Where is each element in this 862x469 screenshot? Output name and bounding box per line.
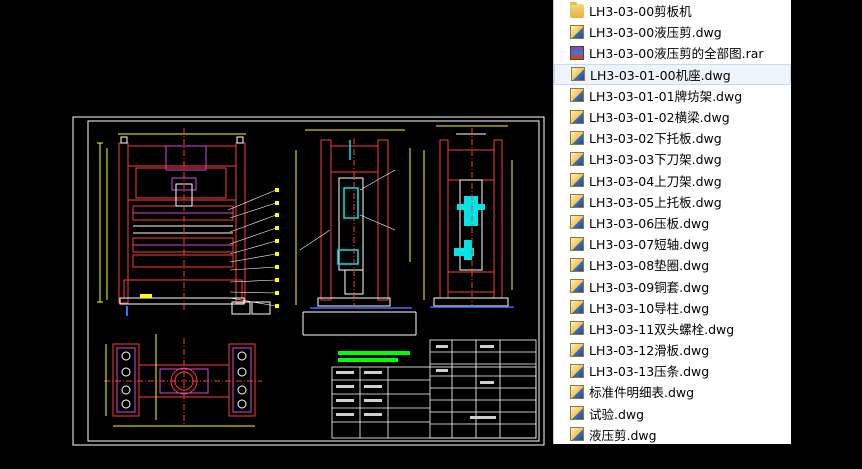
dwg-file-icon [570,342,584,357]
file-list-item[interactable]: LH3-03-01-02横梁.dwg [554,106,791,127]
file-list-item[interactable]: LH3-03-07短轴.dwg [554,233,791,254]
dwg-file-icon [570,194,584,209]
file-name-label: LH3-03-01-01牌坊架.dwg [589,88,743,104]
dwg-file-icon [570,384,584,399]
file-list-item[interactable]: LH3-03-10导柱.dwg [554,297,791,318]
file-list-item[interactable]: LH3-03-06压板.dwg [554,212,791,233]
dwg-file-icon [570,321,584,336]
dwg-file-icon [570,236,584,251]
file-name-label: LH3-03-07短轴.dwg [589,237,710,253]
dwg-file-icon [571,67,585,82]
file-list-item[interactable]: LH3-03-03下刀架.dwg [554,148,791,169]
file-list-item[interactable]: 液压剪.dwg [554,424,791,444]
file-name-label: LH3-03-00液压剪的全部图.rar [589,46,764,62]
file-name-label: LH3-03-01-02横梁.dwg [589,110,730,126]
file-name-label: LH3-03-03下刀架.dwg [589,152,722,168]
dwg-file-icon [570,173,584,188]
file-name-label: LH3-03-13压条.dwg [589,364,710,380]
file-list-item[interactable]: 试验.dwg [554,403,791,424]
file-name-label: 试验.dwg [589,406,645,422]
dwg-file-icon [570,88,584,103]
file-name-label: LH3-03-02下托板.dwg [589,131,722,147]
file-name-label: LH3-03-10导柱.dwg [589,300,710,316]
top-view [104,334,262,427]
file-name-label: LH3-03-05上托板.dwg [589,194,722,210]
file-list[interactable]: LH3-03-00剪板机 LH3-03-00液压剪.dwg LH3-03-00液压剪… [553,0,791,444]
file-name-label: LH3-03-08垫圈.dwg [589,258,710,274]
file-name-label: LH3-03-04上刀架.dwg [589,173,722,189]
file-list-item[interactable]: LH3-03-00液压剪.dwg [554,21,791,42]
file-name-label: LH3-03-12滑板.dwg [589,343,710,359]
dwg-file-icon [570,109,584,124]
file-list-item[interactable]: LH3-03-01-01牌坊架.dwg [554,85,791,106]
dwg-file-icon [570,257,584,272]
file-list-item[interactable]: LH3-03-12滑板.dwg [554,339,791,360]
dwg-file-icon [570,363,584,378]
green-notes [338,351,410,362]
dwg-file-icon [570,24,584,39]
side-section-view [295,129,417,336]
file-name-label: LH3-03-06压板.dwg [589,215,710,231]
file-list-item[interactable]: LH3-03-00液压剪的全部图.rar [554,42,791,63]
file-list-item[interactable]: LH3-03-13压条.dwg [554,360,791,381]
file-name-label: LH3-03-00液压剪.dwg [589,25,722,41]
file-name-label: LH3-03-01-00机座.dwg [590,67,731,83]
file-name-label: LH3-03-09铜套.dwg [589,279,710,295]
right-view [423,125,514,308]
file-list-item[interactable]: LH3-03-00剪板机 [554,0,791,21]
file-name-label: LH3-03-00剪板机 [589,4,692,20]
dwg-file-icon [570,151,584,166]
file-list-item[interactable]: 标准件明细表.dwg [554,381,791,402]
file-name-label: 标准件明细表.dwg [589,385,695,401]
file-list-item[interactable]: LH3-03-08垫圈.dwg [554,254,791,275]
dwg-file-icon [570,130,584,145]
rar-archive-icon [570,45,584,60]
file-list-item[interactable]: LH3-03-11双头螺栓.dwg [554,318,791,339]
file-list-item[interactable]: LH3-03-02下托板.dwg [554,127,791,148]
front-view [97,128,279,316]
file-list-item[interactable]: LH3-03-05上托板.dwg [554,191,791,212]
dwg-file-icon [570,279,584,294]
dwg-file-icon [570,406,584,421]
folder-icon [570,1,584,18]
dwg-file-icon [570,300,584,315]
file-list-item[interactable]: LH3-03-04上刀架.dwg [554,170,791,191]
file-list-item[interactable]: LH3-03-01-00机座.dwg [554,63,791,85]
file-name-label: 液压剪.dwg [589,427,657,443]
file-list-item[interactable]: LH3-03-09铜套.dwg [554,275,791,296]
dwg-file-icon [570,427,584,442]
dwg-file-icon [570,215,584,230]
file-name-label: LH3-03-11双头螺栓.dwg [589,321,735,337]
